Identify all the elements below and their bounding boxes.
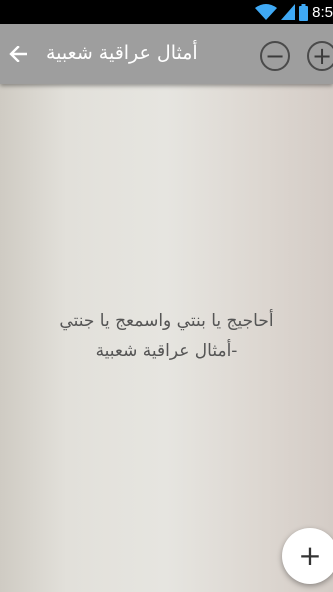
add-button[interactable]: + xyxy=(282,528,333,584)
status-icons: 8:5 xyxy=(255,0,333,24)
proverb-text: أحاجيج يا بنتي واسمعج يا جنتي -أمثال عرا… xyxy=(10,306,323,366)
page-title: أمثال عراقية شعبية xyxy=(46,42,198,64)
plus-icon: + xyxy=(298,539,322,572)
proverb-source: -أمثال عراقية شعبية xyxy=(95,341,238,361)
battery-icon xyxy=(299,3,309,21)
app-bar: أمثال عراقية شعبية − + xyxy=(0,24,333,84)
plus-icon: + xyxy=(311,42,333,70)
content-area: أحاجيج يا بنتي واسمعج يا جنتي -أمثال عرا… xyxy=(0,84,333,592)
wifi-icon xyxy=(255,4,278,20)
minus-icon: − xyxy=(264,42,286,70)
arrow-back-icon xyxy=(9,46,27,62)
signal-icon xyxy=(281,4,296,20)
zoom-out-button[interactable]: − xyxy=(260,41,290,71)
status-bar: 8:5 xyxy=(0,0,333,24)
proverb-line: أحاجيج يا بنتي واسمعج يا جنتي xyxy=(59,311,274,331)
back-button[interactable] xyxy=(2,38,34,70)
status-time: 8:5 xyxy=(312,3,333,21)
zoom-in-button[interactable]: + xyxy=(307,41,333,71)
